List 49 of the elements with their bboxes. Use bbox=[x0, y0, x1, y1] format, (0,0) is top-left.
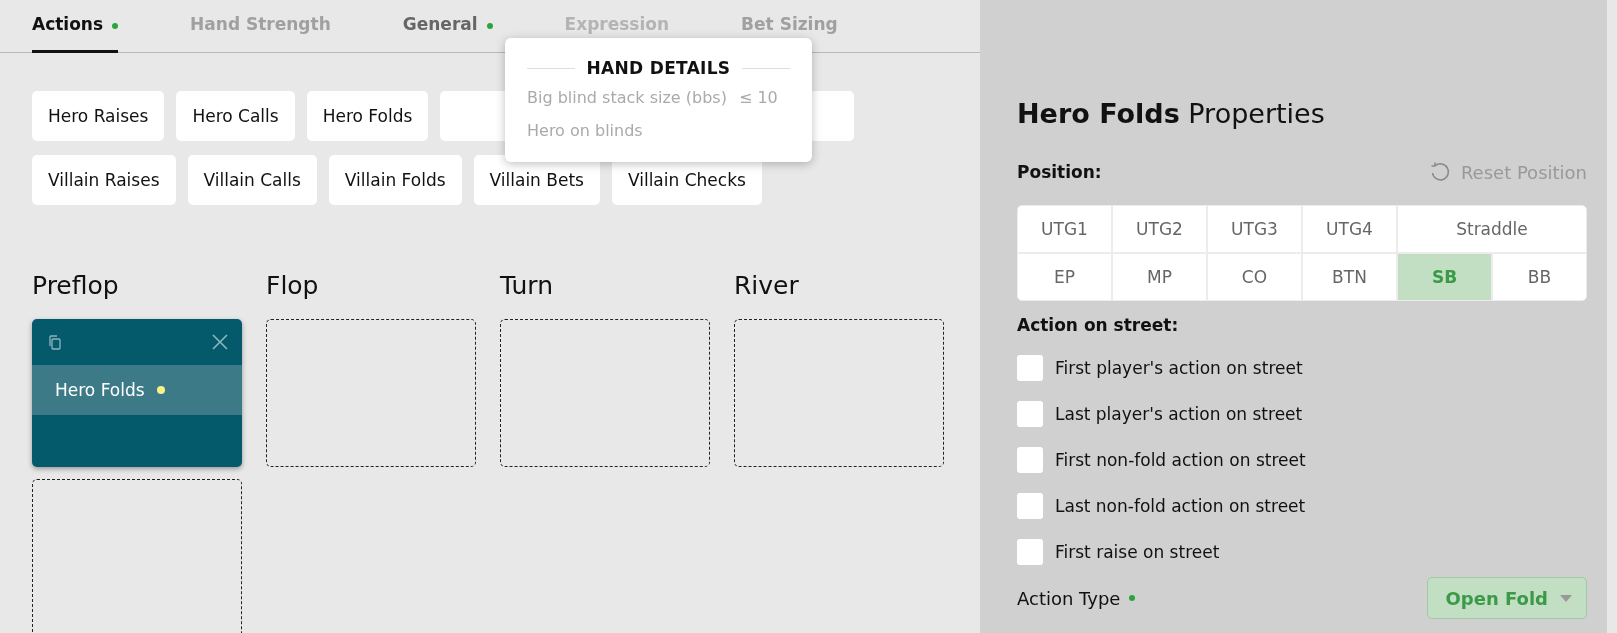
field-label: Action Type bbox=[1017, 587, 1121, 609]
position-option[interactable]: UTG4 bbox=[1303, 206, 1396, 252]
drop-zone[interactable] bbox=[266, 319, 476, 467]
tooltip-title: HAND DETAILS bbox=[586, 58, 731, 78]
close-icon[interactable] bbox=[212, 334, 228, 350]
drop-zone[interactable] bbox=[734, 319, 944, 467]
copy-icon[interactable] bbox=[48, 334, 62, 350]
drop-zone[interactable] bbox=[500, 319, 710, 467]
position-option[interactable]: UTG1 bbox=[1018, 206, 1111, 252]
panel-title: Hero Folds Properties bbox=[1017, 98, 1326, 129]
action-button[interactable]: Villain Folds bbox=[328, 155, 462, 205]
street-heading: Turn bbox=[500, 271, 554, 302]
position-option[interactable]: BTN bbox=[1303, 254, 1396, 300]
action-card[interactable]: Hero Folds bbox=[32, 319, 242, 467]
checkbox-label: Last player's action on street bbox=[1055, 404, 1303, 424]
tab[interactable]: General bbox=[402, 0, 493, 52]
tooltip-text: Hero on blinds bbox=[527, 121, 643, 140]
caret-icon bbox=[1560, 594, 1572, 602]
action-button[interactable]: Hero Raises bbox=[32, 91, 165, 141]
action-button[interactable]: Villain Calls bbox=[187, 155, 317, 205]
position-option[interactable]: BB bbox=[1493, 254, 1586, 300]
checkbox-label: First raise on street bbox=[1055, 542, 1220, 562]
checkbox[interactable] bbox=[1017, 401, 1043, 427]
action-button[interactable]: Hero Calls bbox=[176, 91, 295, 141]
checkbox-label: First non-fold action on street bbox=[1055, 450, 1306, 470]
position-option[interactable]: CO bbox=[1208, 254, 1301, 300]
section-label: Position: bbox=[1017, 162, 1102, 182]
action-button[interactable]: Villain Raises bbox=[32, 155, 176, 205]
checkbox[interactable] bbox=[1017, 493, 1043, 519]
position-option[interactable]: UTG3 bbox=[1208, 206, 1301, 252]
checkbox[interactable] bbox=[1017, 447, 1043, 473]
position-option[interactable]: UTG2 bbox=[1113, 206, 1206, 252]
action-button[interactable]: Hero Folds bbox=[306, 91, 429, 141]
tab[interactable]: Actions bbox=[32, 0, 119, 53]
drop-zone[interactable] bbox=[32, 479, 242, 633]
street-heading: Flop bbox=[266, 271, 320, 302]
checkbox[interactable] bbox=[1017, 355, 1043, 381]
position-option[interactable]: MP bbox=[1113, 254, 1206, 300]
tooltip-text: Big blind stack size (bbs) bbox=[527, 88, 727, 107]
street-heading: River bbox=[734, 271, 800, 302]
tooltip-value: ≤ 10 bbox=[738, 88, 778, 107]
checkbox-label: First player's action on street bbox=[1055, 358, 1303, 378]
position-option[interactable]: EP bbox=[1018, 254, 1111, 300]
checkbox-label: Last non-fold action on street bbox=[1055, 496, 1306, 516]
card-label: Hero Folds bbox=[55, 380, 145, 400]
street-heading: Preflop bbox=[32, 271, 120, 302]
section-label: Action on street: bbox=[1017, 315, 1180, 335]
position-option[interactable]: Straddle bbox=[1398, 206, 1586, 252]
checkbox[interactable] bbox=[1017, 539, 1043, 565]
